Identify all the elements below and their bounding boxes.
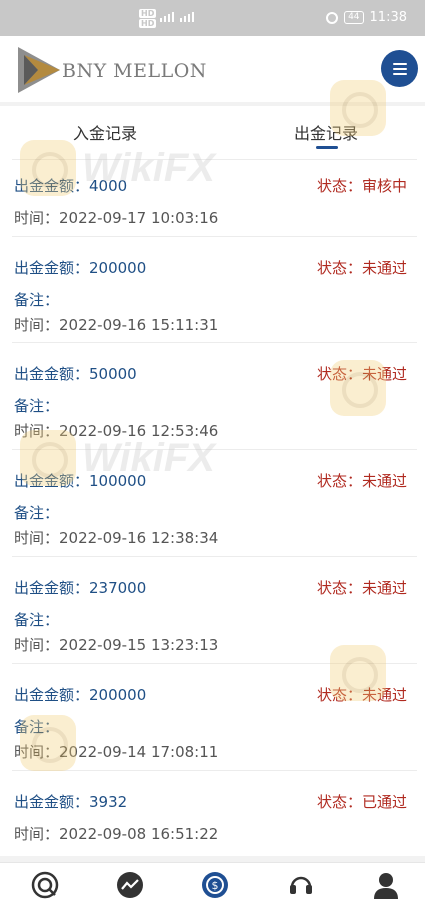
home-icon[interactable]	[31, 871, 59, 899]
active-tab-indicator	[316, 146, 338, 149]
svg-text:$: $	[212, 879, 219, 892]
record-tabs: 入金记录 出金记录	[0, 106, 425, 154]
list-item[interactable]: 出金金额：50000 状态：未通过 备注： 时间：2022-09-16 12:5…	[0, 343, 425, 450]
bottom-navigation: $	[0, 862, 425, 905]
note-text: 备注：	[14, 611, 60, 629]
tab-deposit-records[interactable]: 入金记录	[73, 120, 137, 144]
headset-icon[interactable]	[287, 871, 315, 899]
amount-text: 出金金额：200000	[14, 686, 147, 704]
list-item[interactable]: 出金金额：237000 状态：未通过 备注： 时间：2022-09-15 13:…	[0, 557, 425, 664]
battery-indicator: 44	[344, 11, 364, 24]
status-text: 状态：未通过	[316, 472, 407, 490]
status-text: 状态：未通过	[316, 579, 407, 597]
amount-text: 出金金额：100000	[14, 472, 147, 490]
note-text: 备注：	[14, 397, 60, 415]
amount-text: 出金金额：237000	[14, 579, 147, 597]
menu-icon	[392, 62, 407, 65]
network-indicator: HD HD	[139, 9, 157, 28]
amount-text: 出金金额：4000	[14, 177, 128, 195]
note-text: 备注：	[14, 504, 60, 522]
list-item[interactable]: 出金金额：200000 状态：未通过 备注： 时间：2022-09-14 17:…	[0, 664, 425, 771]
list-item[interactable]: 出金金额：100000 状态：未通过 备注： 时间：2022-09-16 12:…	[0, 450, 425, 557]
status-text: 状态：未通过	[316, 686, 407, 704]
bny-logo-icon	[18, 47, 60, 93]
status-bar: HD HD 44 11:38	[0, 0, 425, 36]
note-text: 备注：	[14, 718, 60, 736]
amount-text: 出金金额：50000	[14, 365, 137, 383]
status-text: 状态：审核中	[316, 177, 407, 195]
list-item[interactable]: 出金金额：3932 状态：已通过 时间：2022-09-08 16:51:22	[0, 771, 425, 856]
note-text: 备注：	[14, 291, 60, 309]
tab-withdrawal-records[interactable]: 出金记录	[294, 120, 358, 144]
signal-icon	[160, 12, 194, 22]
user-icon[interactable]	[372, 871, 400, 899]
trend-icon[interactable]	[116, 871, 144, 899]
time-text: 时间：2022-09-16 15:11:31	[14, 316, 219, 334]
time-text: 时间：2022-09-16 12:53:46	[14, 422, 219, 440]
clock: 11:38	[369, 10, 407, 25]
time-text: 时间：2022-09-14 17:08:11	[14, 743, 219, 761]
time-text: 时间：2022-09-16 12:38:34	[14, 529, 219, 547]
amount-text: 出金金额：3932	[14, 793, 128, 811]
status-text: 状态：未通过	[316, 365, 407, 383]
list-item[interactable]: 出金金额：200000 状态：未通过 备注： 时间：2022-09-16 15:…	[0, 236, 425, 343]
status-text: 状态：已通过	[316, 793, 407, 811]
status-text: 状态：未通过	[316, 259, 407, 277]
app-header: BNY MELLON	[0, 36, 425, 102]
time-text: 时间：2022-09-17 10:03:16	[14, 209, 219, 227]
alarm-icon	[326, 11, 339, 24]
exchange-icon[interactable]: $	[201, 871, 229, 899]
amount-text: 出金金额：200000	[14, 259, 147, 277]
list-item[interactable]: 出金金额：4000 状态：审核中 时间：2022-09-17 10:03:16	[0, 156, 425, 237]
time-text: 时间：2022-09-15 13:23:13	[14, 636, 219, 654]
brand-name: BNY MELLON	[62, 60, 207, 82]
time-text: 时间：2022-09-08 16:51:22	[14, 825, 219, 843]
menu-button[interactable]	[381, 50, 418, 87]
